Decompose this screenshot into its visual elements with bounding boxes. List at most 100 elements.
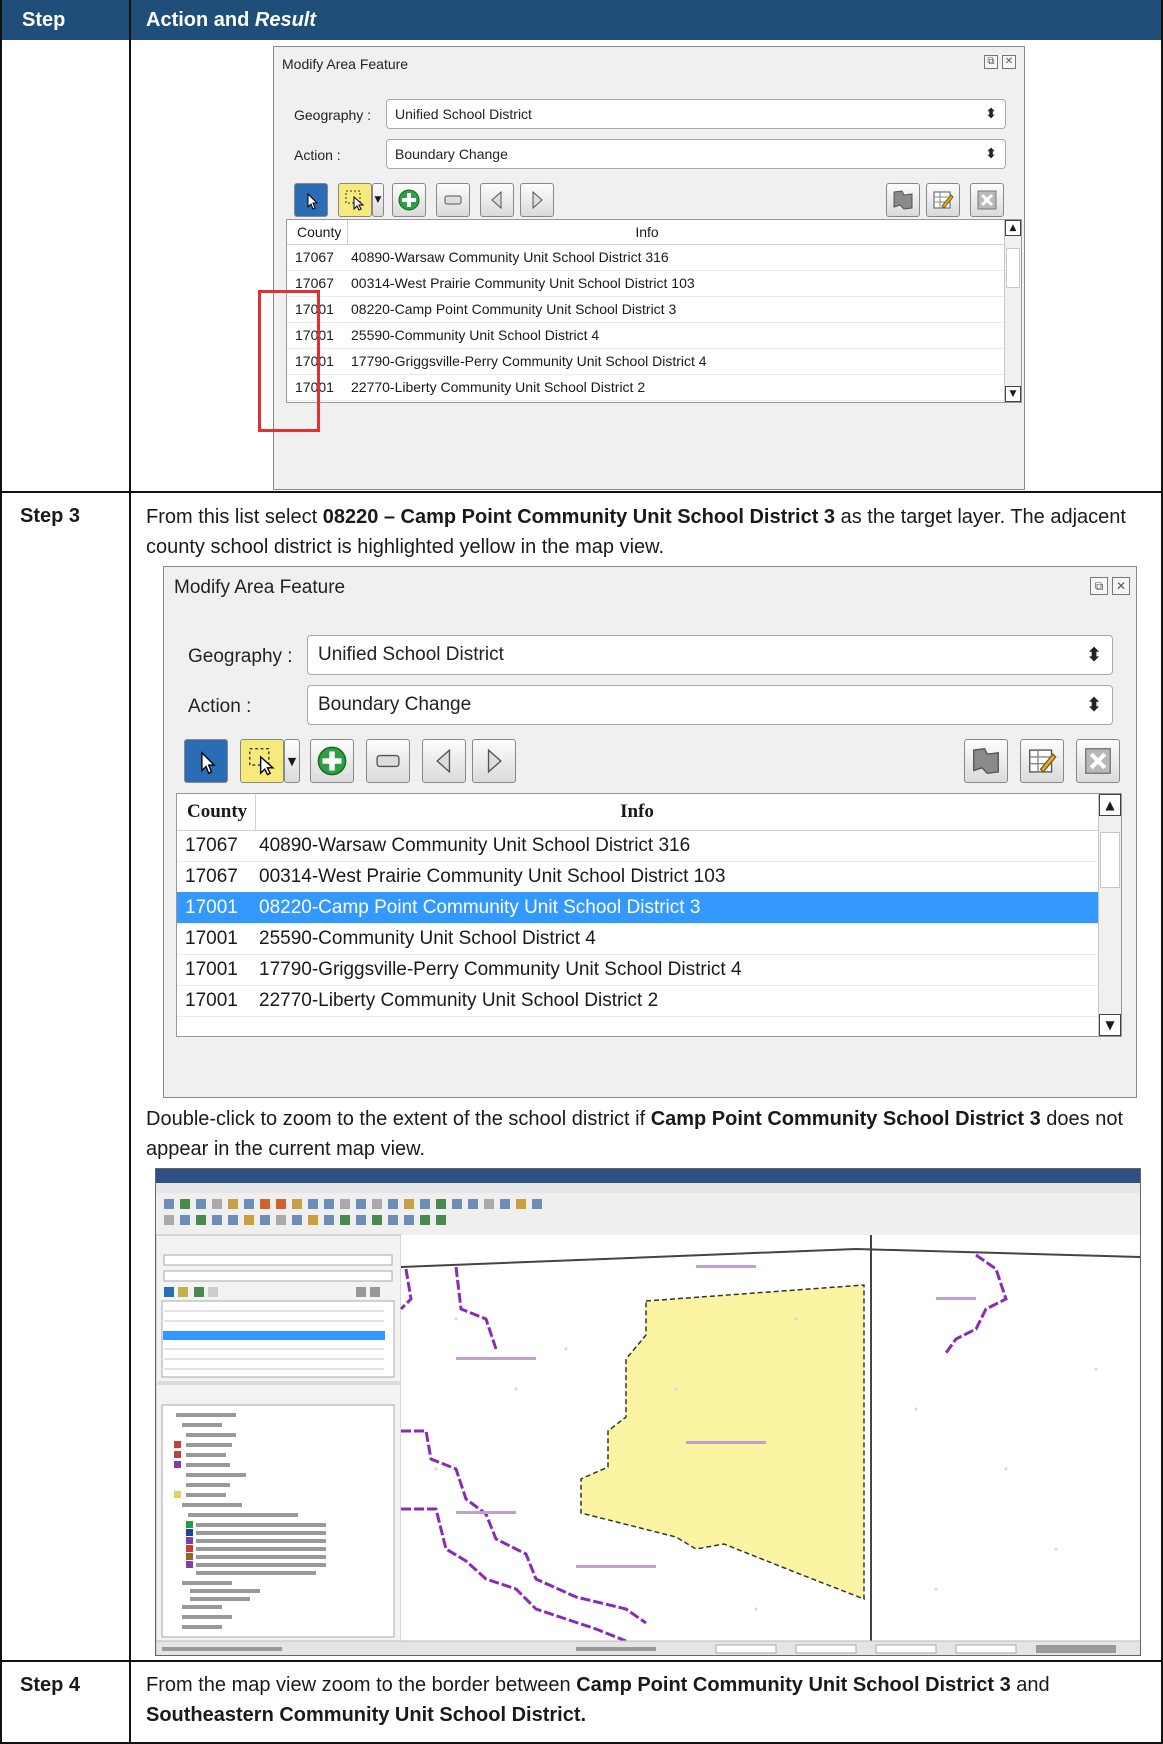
add-button[interactable] [310, 739, 354, 783]
table-row[interactable]: 17067 00314-West Prairie Community Unit S… [287, 270, 1007, 297]
map-icon [893, 190, 913, 210]
step3-instruction: From this list select 08220 – Camp Point… [146, 502, 1146, 562]
left-arrow-icon [491, 190, 502, 210]
scroll-thumb[interactable] [1100, 832, 1120, 888]
scrollbar[interactable]: ▲ ▼ [1098, 794, 1121, 1036]
table-row[interactable]: 17001 25590-Community Unit School Distric… [287, 322, 1007, 349]
scroll-up-icon[interactable]: ▲ [1099, 794, 1121, 816]
table-row[interactable]: 17001 17790-Griggsville-Perry Community U… [287, 348, 1007, 375]
header-step: Step [0, 0, 130, 40]
geography-label: Geography : [188, 646, 293, 667]
action-select[interactable]: Boundary Change ⬍ [307, 685, 1113, 725]
header-action-italic: Result [254, 9, 317, 31]
column-header-info: Info [635, 224, 659, 240]
table-row[interactable]: 17001 25590-Community Unit School Distric… [177, 923, 1101, 955]
feature-grid: County Info 17067 40890-Warsaw Community … [286, 219, 1022, 403]
float-icon[interactable]: ⧉ [984, 55, 998, 69]
geography-select[interactable]: Unified School District ⬍ [386, 99, 1006, 129]
county-cell: 17067 [185, 866, 238, 887]
geography-select[interactable]: Unified School District ⬍ [307, 635, 1113, 675]
info-cell: 25590-Community Unit School District 4 [259, 928, 596, 949]
select-feature-tool-button[interactable] [294, 183, 328, 217]
remove-button[interactable] [436, 183, 470, 217]
scroll-down-icon[interactable]: ▼ [1099, 1014, 1121, 1036]
edit-table-button[interactable] [926, 183, 960, 217]
x-icon [977, 190, 997, 210]
remove-button[interactable] [366, 739, 410, 783]
edit-table-button[interactable] [1020, 739, 1064, 783]
step4-text-1: From the map view zoom to the border bet… [146, 1674, 577, 1696]
map-layer-button[interactable] [964, 739, 1008, 783]
county-cell: 17067 [295, 249, 334, 265]
dialog-title-buttons: ⧉ ✕ [984, 55, 1016, 69]
scroll-up-icon[interactable]: ▲ [1005, 220, 1021, 236]
info-cell: 17790-Griggsville-Perry Community Unit S… [351, 353, 707, 369]
county-cell: 17001 [185, 928, 238, 949]
updown-arrow-icon: ⬍ [985, 146, 997, 162]
next-button[interactable] [520, 183, 554, 217]
dropdown-arrow-button[interactable]: ▼ [372, 183, 384, 217]
map-layer-button[interactable] [886, 183, 920, 217]
table-row[interactable]: 17001 17790-Griggsville-Perry Community U… [177, 954, 1101, 986]
scroll-thumb[interactable] [1006, 248, 1020, 288]
grid-header: County Info [177, 794, 1101, 831]
header-action-text: Action and [146, 9, 255, 31]
float-icon[interactable]: ⧉ [1090, 577, 1108, 595]
row-divider-1 [0, 491, 1163, 493]
table-row[interactable]: 17001 08220-Camp Point Community Unit Sch… [287, 296, 1007, 323]
table-row[interactable]: 17001 22770-Liberty Community Unit School… [287, 374, 1007, 401]
info-cell: 22770-Liberty Community Unit School Dist… [259, 990, 659, 1011]
column-header-county: County [297, 224, 342, 240]
map-icon [973, 747, 999, 774]
step3-label: Step 3 [20, 505, 81, 527]
close-icon[interactable]: ✕ [1112, 577, 1130, 595]
row-divider-2 [0, 1660, 1163, 1662]
table-row[interactable]: 17001 22770-Liberty Community Unit School… [177, 985, 1101, 1017]
table-divider [129, 0, 131, 1744]
geography-value: Unified School District [318, 644, 504, 665]
info-cell: 00314-West Prairie Community Unit School… [259, 866, 726, 887]
county-cell: 17001 [185, 897, 238, 918]
close-icon[interactable]: ✕ [1002, 55, 1016, 69]
scrollbar[interactable]: ▲ ▼ [1004, 220, 1021, 402]
plus-icon [398, 189, 420, 211]
clear-button[interactable] [970, 183, 1004, 217]
column-header-county: County [187, 801, 248, 822]
next-button[interactable] [472, 739, 516, 783]
dropdown-arrow-button[interactable]: ▼ [284, 739, 300, 783]
action-label: Action : [188, 696, 252, 717]
info-cell: 17790-Griggsville-Perry Community Unit S… [259, 959, 742, 980]
previous-button[interactable] [480, 183, 514, 217]
action-select[interactable]: Boundary Change ⬍ [386, 139, 1006, 169]
info-cell: 00314-West Prairie Community Unit School… [351, 275, 695, 291]
instruction-table: Step Action and Result Modify Area Featu… [0, 0, 1163, 1744]
county-highlight-box [258, 290, 320, 432]
column-header-info: Info [620, 801, 654, 822]
dialog-title: Modify Area Feature [174, 577, 346, 598]
table-row[interactable]: 17067 40890-Warsaw Community Unit School … [177, 830, 1101, 862]
geography-value: Unified School District [395, 106, 532, 122]
geography-label: Geography : [294, 107, 372, 123]
step3-text-3: Double-click to zoom to the extent of th… [146, 1108, 651, 1130]
county-cell: 17001 [185, 959, 238, 980]
x-icon [1085, 748, 1111, 774]
right-arrow-icon [487, 748, 502, 774]
select-feature-tool-button[interactable] [184, 739, 228, 783]
clear-button[interactable] [1076, 739, 1120, 783]
scroll-down-icon[interactable]: ▼ [1005, 386, 1021, 402]
table-row[interactable]: 17067 40890-Warsaw Community Unit School … [287, 244, 1007, 271]
step3-bold-2: Camp Point Community School District 3 [650, 1108, 1041, 1130]
select-rectangle-tool-button[interactable] [240, 739, 284, 783]
table-row[interactable]: 17001 08220-Camp Point Community Unit Sch… [177, 892, 1101, 924]
previous-button[interactable] [422, 739, 466, 783]
add-button[interactable] [392, 183, 426, 217]
modify-area-feature-dialog-small: Modify Area Feature ⧉ ✕ Geography : Unif… [273, 46, 1025, 490]
info-cell: 08220-Camp Point Community Unit School D… [351, 301, 677, 317]
info-cell: 25590-Community Unit School District 4 [351, 327, 600, 343]
table-row[interactable]: 17067 00314-West Prairie Community Unit S… [177, 861, 1101, 893]
gis-map-screenshot [155, 1168, 1141, 1656]
rectangle-select-icon [345, 190, 365, 211]
select-rectangle-tool-button[interactable] [338, 183, 372, 217]
info-cell: 40890-Warsaw Community Unit School Distr… [259, 835, 691, 856]
modify-area-feature-dialog-large: Modify Area Feature ⧉ ✕ Geography : Unif… [163, 566, 1137, 1098]
